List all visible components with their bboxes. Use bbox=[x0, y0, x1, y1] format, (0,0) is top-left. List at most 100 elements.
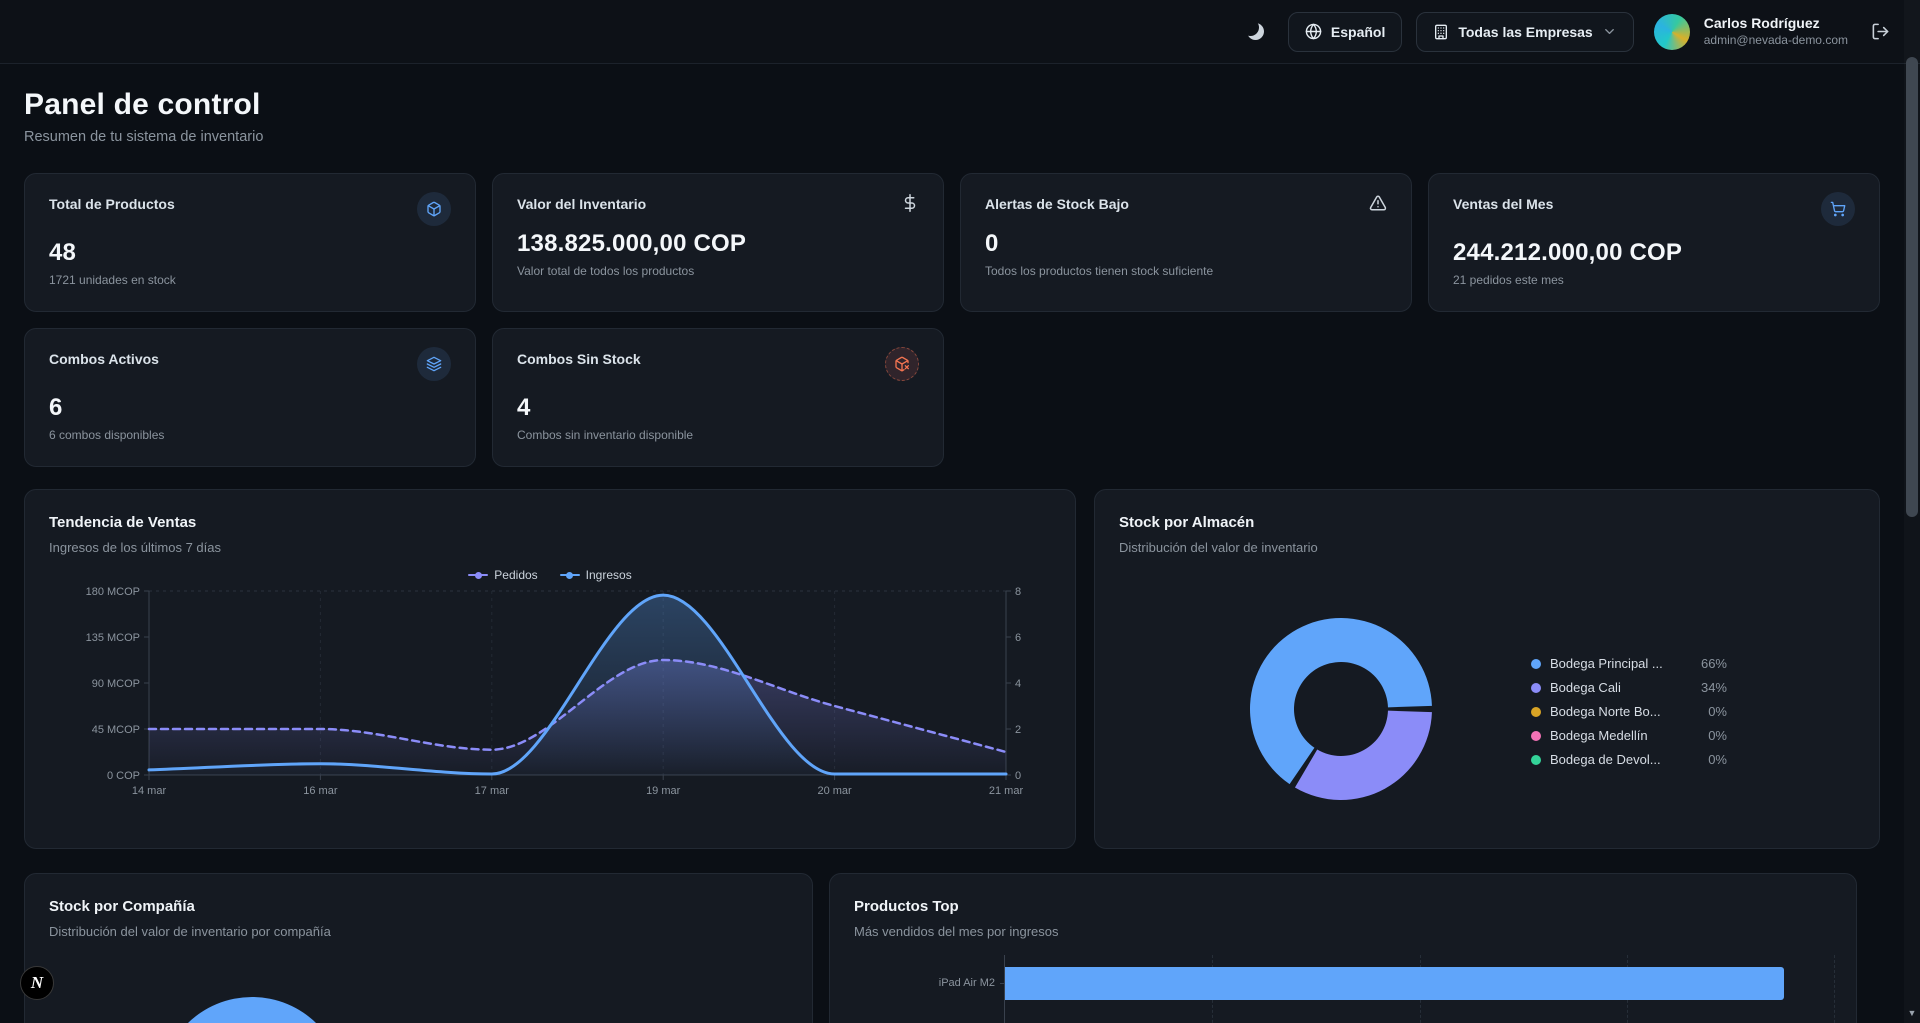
charts-row: Tendencia de Ventas Ingresos de los últi… bbox=[24, 489, 1880, 849]
svg-text:180 MCOP: 180 MCOP bbox=[86, 586, 140, 598]
chart-subtitle: Más vendidos del mes por ingresos bbox=[854, 924, 1832, 939]
chart-title: Tendencia de Ventas bbox=[49, 514, 1051, 531]
stat-subtitle: 21 pedidos este mes bbox=[1453, 273, 1855, 287]
top-products-card: Productos Top Más vendidos del mes por i… bbox=[829, 873, 1857, 1023]
language-selector[interactable]: Español bbox=[1288, 12, 1402, 52]
chart-title: Stock por Compañía bbox=[49, 898, 788, 915]
vertical-scrollbar[interactable]: ▼ bbox=[1904, 0, 1920, 1023]
donut-legend-item: Bodega Norte Bo...0% bbox=[1531, 704, 1727, 719]
svg-text:6: 6 bbox=[1015, 632, 1021, 644]
page-title: Panel de control bbox=[24, 88, 1880, 122]
language-label: Español bbox=[1331, 24, 1385, 40]
package-icon bbox=[417, 192, 451, 226]
svg-text:17 mar: 17 mar bbox=[475, 785, 510, 797]
scrollbar-thumb[interactable] bbox=[1906, 57, 1918, 517]
stat-subtitle: 6 combos disponibles bbox=[49, 428, 451, 442]
stats-row-1: Total de Productos 48 1721 unidades en s… bbox=[24, 173, 1880, 312]
line-chart-legend: Pedidos Ingresos bbox=[49, 567, 1051, 583]
logout-button[interactable] bbox=[1862, 14, 1898, 50]
svg-text:16 mar: 16 mar bbox=[303, 785, 338, 797]
stat-subtitle: Combos sin inventario disponible bbox=[517, 428, 919, 442]
chevron-down-icon bbox=[1602, 24, 1617, 39]
sales-trend-chart: 0 COP 45 MCOP 90 MCOP 135 MCOP 180 MCOP 0 2 4 6 8… bbox=[49, 583, 1053, 809]
stat-subtitle: Todos los productos tienen stock suficie… bbox=[985, 264, 1387, 278]
company-label: Todas las Empresas bbox=[1458, 24, 1592, 40]
stats-row-2: Combos Activos 6 6 combos disponibles Co… bbox=[24, 328, 1880, 467]
cart-icon bbox=[1821, 192, 1855, 226]
legend-item: Ingresos bbox=[560, 567, 632, 583]
stat-value: 6 bbox=[49, 394, 451, 422]
svg-text:90 MCOP: 90 MCOP bbox=[92, 678, 140, 690]
legend-item: Pedidos bbox=[468, 567, 537, 583]
stat-value: 48 bbox=[49, 239, 451, 267]
nextjs-dev-badge[interactable]: N bbox=[20, 966, 54, 1000]
bar-row: Monitor LG 27" QHD bbox=[1005, 1011, 1834, 1023]
logout-icon bbox=[1871, 22, 1890, 41]
stat-value: 244.212.000,00 COP bbox=[1453, 239, 1855, 267]
stat-card-total-productos: Total de Productos 48 1721 unidades en s… bbox=[24, 173, 476, 312]
svg-text:8: 8 bbox=[1015, 586, 1021, 598]
stat-subtitle: 1721 unidades en stock bbox=[49, 273, 451, 287]
user-email: admin@nevada-demo.com bbox=[1704, 33, 1848, 48]
stat-card-alertas-stock: Alertas de Stock Bajo 0 Todos los produc… bbox=[960, 173, 1412, 312]
package-x-icon bbox=[885, 347, 919, 381]
stat-card-combos-sin-stock: Combos Sin Stock 4 Combos sin inventario… bbox=[492, 328, 944, 467]
gridline bbox=[1834, 955, 1835, 1023]
svg-text:45 MCOP: 45 MCOP bbox=[92, 724, 140, 736]
stat-value: 4 bbox=[517, 394, 919, 422]
dollar-icon bbox=[901, 194, 919, 217]
sales-trend-card: Tendencia de Ventas Ingresos de los últi… bbox=[24, 489, 1076, 849]
stat-card-ventas-mes: Ventas del Mes 244.212.000,00 COP 21 ped… bbox=[1428, 173, 1880, 312]
donut-legend-item: Bodega de Devol...0% bbox=[1531, 752, 1727, 767]
moon-icon bbox=[1247, 23, 1264, 40]
user-info: Carlos Rodríguez admin@nevada-demo.com bbox=[1704, 15, 1848, 48]
company-selector[interactable]: Todas las Empresas bbox=[1416, 12, 1633, 52]
dashboard-page: Panel de control Resumen de tu sistema d… bbox=[0, 64, 1920, 1023]
donut-legend-item: Bodega Cali34% bbox=[1531, 680, 1727, 695]
stat-value: 0 bbox=[985, 230, 1387, 258]
svg-text:2: 2 bbox=[1015, 724, 1021, 736]
top-products-bar-chart: iPad Air M2Monitor LG 27" QHD bbox=[1004, 955, 1834, 1023]
svg-text:19 mar: 19 mar bbox=[646, 785, 681, 797]
chart-title: Productos Top bbox=[854, 898, 1832, 915]
chart-subtitle: Distribución del valor de inventario bbox=[1119, 540, 1855, 555]
chart-subtitle: Ingresos de los últimos 7 días bbox=[49, 540, 1051, 555]
stat-title: Valor del Inventario bbox=[517, 196, 646, 212]
svg-text:20 mar: 20 mar bbox=[817, 785, 852, 797]
stat-title: Alertas de Stock Bajo bbox=[985, 196, 1129, 212]
svg-text:14 mar: 14 mar bbox=[132, 785, 167, 797]
stat-card-combos-activos: Combos Activos 6 6 combos disponibles bbox=[24, 328, 476, 467]
stat-card-valor-inventario: Valor del Inventario 138.825.000,00 COP … bbox=[492, 173, 944, 312]
bottom-row: Stock por Compañía Distribución del valo… bbox=[24, 873, 1880, 1023]
stat-subtitle: Valor total de todos los productos bbox=[517, 264, 919, 278]
chart-subtitle: Distribución del valor de inventario por… bbox=[49, 924, 788, 939]
page-subtitle: Resumen de tu sistema de inventario bbox=[24, 129, 1880, 145]
avatar[interactable] bbox=[1654, 14, 1690, 50]
stat-title: Combos Activos bbox=[49, 351, 159, 367]
scroll-down-arrow[interactable]: ▼ bbox=[1904, 1005, 1920, 1021]
warehouse-donut-legend: Bodega Principal ...66% Bodega Cali34% Bod… bbox=[1531, 656, 1727, 767]
user-name: Carlos Rodríguez bbox=[1704, 15, 1848, 33]
donut-legend-item: Bodega Medellín0% bbox=[1531, 728, 1727, 743]
theme-toggle-button[interactable] bbox=[1238, 14, 1274, 50]
globe-icon bbox=[1305, 23, 1322, 40]
svg-text:0 COP: 0 COP bbox=[107, 770, 140, 782]
company-pie-chart bbox=[160, 997, 344, 1023]
building-icon bbox=[1433, 24, 1449, 40]
svg-text:4: 4 bbox=[1015, 678, 1021, 690]
stat-title: Ventas del Mes bbox=[1453, 196, 1553, 212]
alert-triangle-icon bbox=[1369, 194, 1387, 217]
stat-title: Combos Sin Stock bbox=[517, 351, 641, 367]
svg-text:0: 0 bbox=[1015, 770, 1021, 782]
svg-text:135 MCOP: 135 MCOP bbox=[86, 632, 140, 644]
topbar: Español Todas las Empresas Carlos Rodríg… bbox=[0, 0, 1920, 64]
stock-company-card: Stock por Compañía Distribución del valo… bbox=[24, 873, 813, 1023]
layers-icon bbox=[417, 347, 451, 381]
warehouse-donut-chart bbox=[1231, 599, 1451, 824]
stat-value: 138.825.000,00 COP bbox=[517, 230, 919, 258]
bar-row: iPad Air M2 bbox=[1005, 955, 1834, 1011]
stat-title: Total de Productos bbox=[49, 196, 175, 212]
stock-warehouse-card: Stock por Almacén Distribución del valor… bbox=[1094, 489, 1880, 849]
donut-legend-item: Bodega Principal ...66% bbox=[1531, 656, 1727, 671]
chart-title: Stock por Almacén bbox=[1119, 514, 1855, 531]
